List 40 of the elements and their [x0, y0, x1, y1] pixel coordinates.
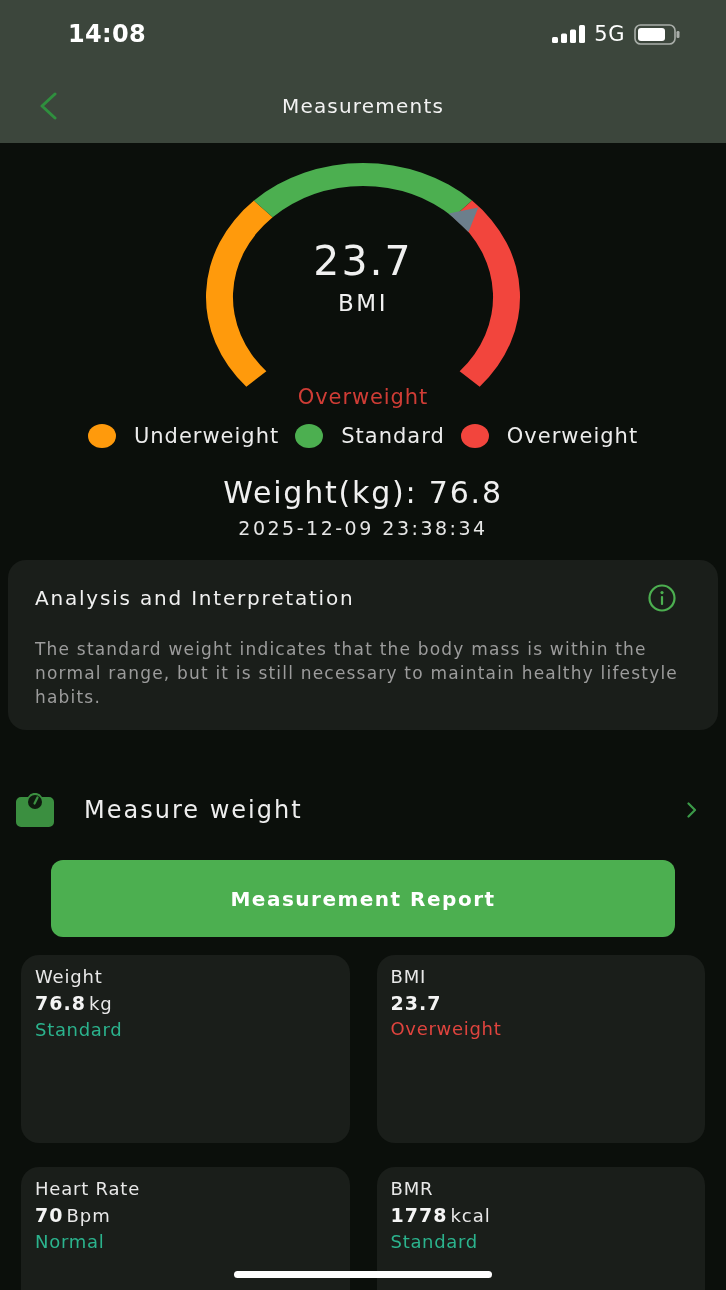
metric-label: BMR: [390, 1177, 434, 1201]
measurement-timestamp: 2025-12-09 23:38:34: [238, 516, 488, 540]
signal-icon: [552, 25, 586, 43]
metric-status: Overweight: [390, 1017, 502, 1041]
metric-label: Heart Rate: [35, 1177, 141, 1201]
status-time: 14:08: [68, 20, 146, 48]
metric-card[interactable]: BMI 23.7 Overweight: [376, 955, 705, 1143]
network-label: 5G: [594, 22, 625, 46]
metric-status: Normal: [35, 1230, 105, 1254]
legend-label: Standard: [341, 423, 445, 450]
metric-status: Standard: [35, 1018, 123, 1042]
weight-reading: Weight(kg): 76.8: [223, 475, 503, 511]
metric-card[interactable]: BMR 1778 kcal Standard: [376, 1167, 705, 1290]
gauge-value: 23.7: [313, 240, 413, 282]
chevron-right-icon: [687, 802, 697, 818]
chevron-left-icon: [38, 91, 58, 120]
measure-weight-item[interactable]: Measure weight: [0, 780, 726, 840]
metric-status: Standard: [390, 1230, 478, 1254]
metric-unit: Bpm: [66, 1204, 111, 1228]
metric-value: 1778: [390, 1203, 448, 1228]
analysis-text: The standard weight indicates that the body mass is within the normal range, but it is still necessary to maintain healthy lifestyle habits.: [35, 638, 679, 709]
back-button[interactable]: [38, 91, 58, 120]
battery-icon: [634, 23, 680, 45]
analysis-title: Analysis and Interpretation: [35, 585, 355, 611]
metric-card[interactable]: Weight 76.8 kg Standard: [21, 955, 350, 1143]
metric-unit: kcal: [450, 1204, 491, 1228]
metric-value: 23.7: [390, 991, 442, 1016]
metric-label: BMI: [390, 965, 427, 989]
info-icon[interactable]: [648, 584, 676, 612]
metric-value: 76.8: [35, 991, 86, 1016]
bmi-status: Overweight: [297, 387, 429, 407]
legend-label: Overweight: [506, 423, 639, 450]
legend-label: Underweight: [133, 423, 280, 450]
metric-card[interactable]: Heart Rate 70 Bpm Normal: [21, 1167, 350, 1290]
gauge-label: BMI: [338, 292, 388, 314]
metric-value: 70: [35, 1203, 64, 1228]
metric-label: Weight: [35, 965, 103, 989]
scale-icon: [15, 793, 55, 827]
metric-unit: kg: [88, 992, 113, 1016]
page-title: Measurements: [281, 93, 445, 118]
